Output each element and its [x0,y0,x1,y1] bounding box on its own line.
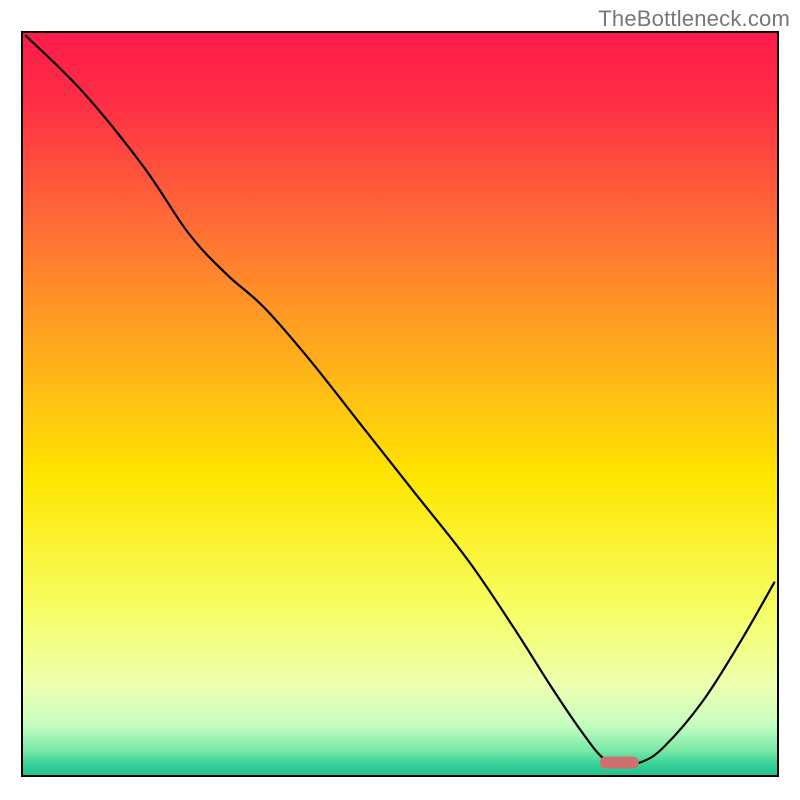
plot-area [22,32,778,776]
watermark-text: TheBottleneck.com [598,6,790,32]
chart-container: TheBottleneck.com [0,0,800,800]
optimal-marker [600,757,639,769]
gradient-background [22,32,778,776]
bottleneck-chart [0,0,800,800]
